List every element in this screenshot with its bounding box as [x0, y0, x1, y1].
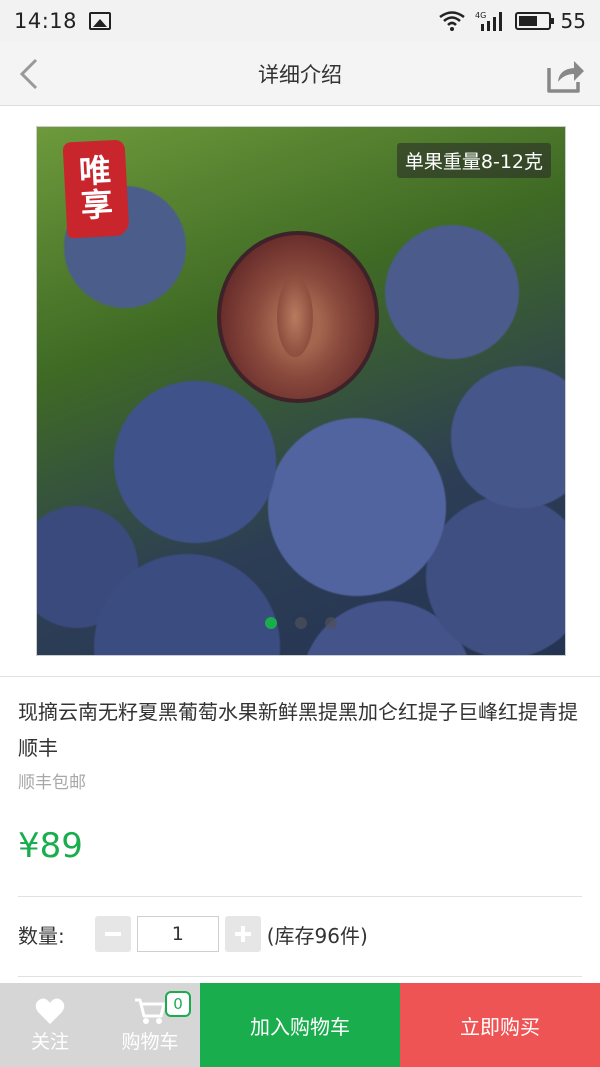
weight-badge: 单果重量8-12克 — [396, 143, 551, 178]
divider — [18, 976, 582, 977]
battery-level: 55 — [560, 9, 586, 33]
share-button[interactable] — [546, 56, 586, 94]
increase-button[interactable] — [224, 916, 261, 952]
carousel-dot[interactable] — [265, 617, 277, 629]
signal-icon: 4G — [475, 11, 502, 31]
bottom-action-bar: 关注 购物车 0 加入购物车 立即购买 — [0, 983, 600, 1067]
heart-icon — [35, 998, 65, 1024]
stock-info: (库存96件) — [266, 923, 368, 948]
product-title: 现摘云南无籽夏黑葡萄水果新鲜黑提黑加仑红提子巨峰红提青提顺丰 — [18, 700, 578, 760]
quantity-stepper: 数量: 1 (库存96件) — [18, 914, 368, 954]
quantity-input[interactable]: 1 — [136, 916, 219, 952]
back-button[interactable] — [12, 56, 46, 92]
add-to-cart-button[interactable]: 加入购物车 — [200, 983, 400, 1067]
cart-button[interactable]: 购物车 0 — [100, 983, 200, 1067]
product-price: ¥89 — [18, 826, 83, 866]
product-image-carousel[interactable]: 唯 享 单果重量8-12克 — [36, 126, 566, 656]
divider — [0, 676, 600, 677]
nav-bar: 详细介绍 — [0, 42, 600, 106]
brand-logo: 唯 享 — [62, 139, 130, 239]
buy-now-button[interactable]: 立即购买 — [400, 983, 600, 1067]
plus-icon — [234, 926, 251, 942]
status-bar: 14:18 4G 55 — [0, 0, 600, 42]
grape-flesh-illustration — [277, 277, 313, 357]
status-indicators: 4G 55 — [438, 9, 586, 33]
follow-label: 关注 — [30, 1030, 69, 1053]
status-time: 14:18 — [14, 9, 78, 33]
divider — [18, 896, 582, 897]
cart-label: 购物车 — [121, 1030, 179, 1053]
minus-icon — [104, 932, 121, 936]
quantity-label: 数量: — [18, 923, 65, 948]
decrease-button[interactable] — [94, 916, 131, 952]
image-notification-icon — [89, 12, 112, 30]
svg-text:4G: 4G — [475, 11, 486, 20]
chevron-left-icon — [19, 58, 38, 90]
shipping-note: 顺丰包邮 — [18, 773, 86, 793]
page-title: 详细介绍 — [258, 62, 342, 87]
battery-icon — [514, 12, 554, 30]
wifi-icon — [438, 11, 465, 31]
share-icon — [547, 61, 584, 93]
carousel-indicators — [37, 617, 565, 629]
carousel-dot[interactable] — [325, 617, 337, 629]
follow-button[interactable]: 关注 — [0, 983, 100, 1067]
carousel-dot[interactable] — [295, 617, 307, 629]
cart-count-badge: 0 — [165, 991, 191, 1017]
cart-icon — [135, 998, 166, 1024]
